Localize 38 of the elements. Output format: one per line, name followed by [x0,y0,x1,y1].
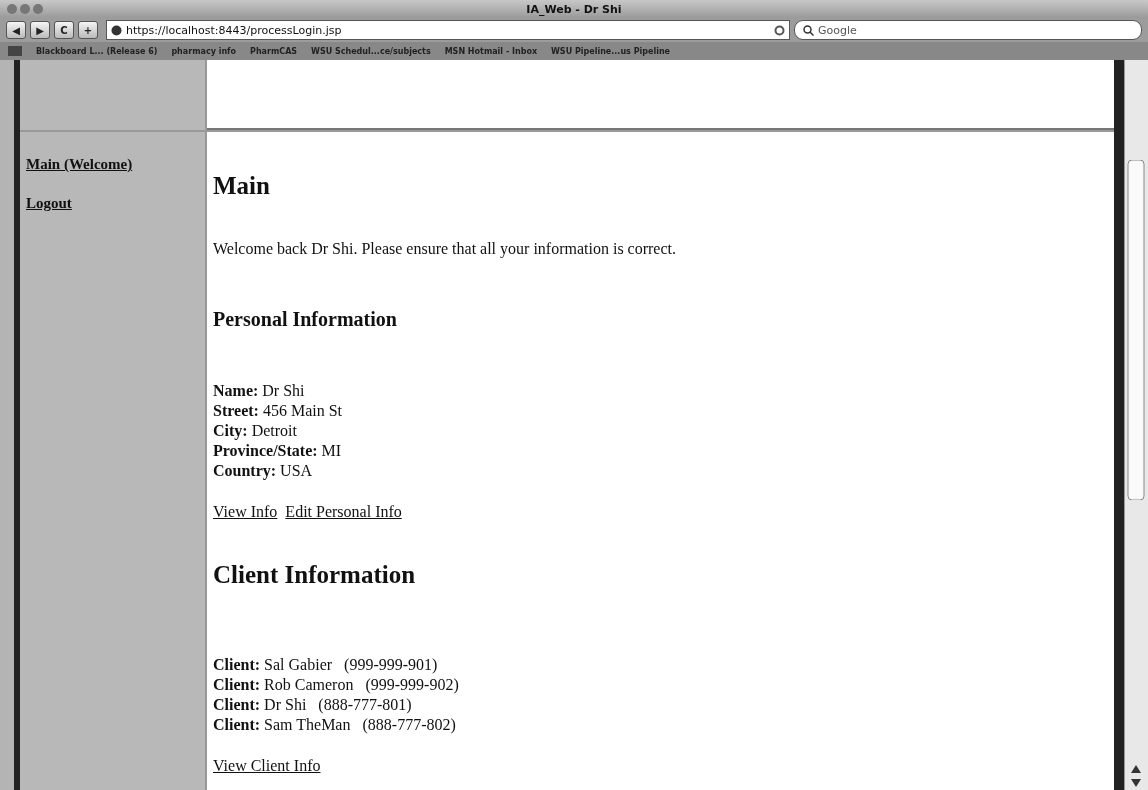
client-info-link[interactable]: View Client Info [213,757,321,775]
reload-icon[interactable] [774,24,785,36]
info-line: Province/State: MI [213,441,343,461]
bookmark-link[interactable]: WSU Schedul...ce/subjects [311,46,431,56]
back-button[interactable]: ◀ [6,21,26,39]
search-icon [803,24,814,36]
nav-link[interactable]: Logout [26,195,199,212]
page-heading: Main [213,172,271,200]
client-line: Client: Dr Shi (888-777-801) [213,695,413,715]
add-bookmark-button[interactable]: + [78,21,98,39]
info-link[interactable]: Edit Personal Info [285,503,402,521]
address-field[interactable]: https://localhost:8443/processLogin.jsp [106,20,790,40]
search-placeholder: Google [818,23,857,37]
section-heading: Personal Information [213,308,398,331]
bookmark-link[interactable]: PharmCAS [250,46,298,56]
info-line: Country: USA [213,461,314,481]
bookmark-link[interactable]: WSU Pipeline...us Pipeline [551,46,670,56]
window-controls-icon[interactable] [6,3,46,15]
nav-link[interactable]: Main (Welcome) [26,156,199,173]
bookmark-link[interactable]: Blackboard L... (Release 6) [36,46,158,56]
client-line: Client: Rob Cameron (999-999-902) [213,675,460,695]
bookmark-link[interactable]: pharmacy info [171,46,237,56]
search-field[interactable]: Google [794,20,1142,40]
scroll-thumb-icon[interactable] [1125,160,1147,500]
client-line: Client: Sal Gabier (999-999-901) [213,655,439,675]
window-title: IA_Web - Dr Shi [525,2,623,16]
welcome-text: Welcome back Dr Shi. Please ensure that all your information is correct. [213,240,677,258]
forward-button[interactable]: ▶ [30,21,50,39]
globe-icon [111,24,122,36]
bookmark-link[interactable]: MSN Hotmail - Inbox [444,46,538,56]
info-line: City: Detroit [213,421,298,441]
info-link[interactable]: View Info [213,503,278,521]
url-text: https://localhost:8443/processLogin.jsp [126,23,343,37]
section-heading: Client Information [213,561,417,589]
info-line: Name: Dr Shi [213,381,306,401]
info-line: Street: 456 Main St [213,401,344,421]
client-line: Client: Sam TheMan (888-777-802) [213,715,457,735]
reload-button[interactable]: C [54,21,74,39]
